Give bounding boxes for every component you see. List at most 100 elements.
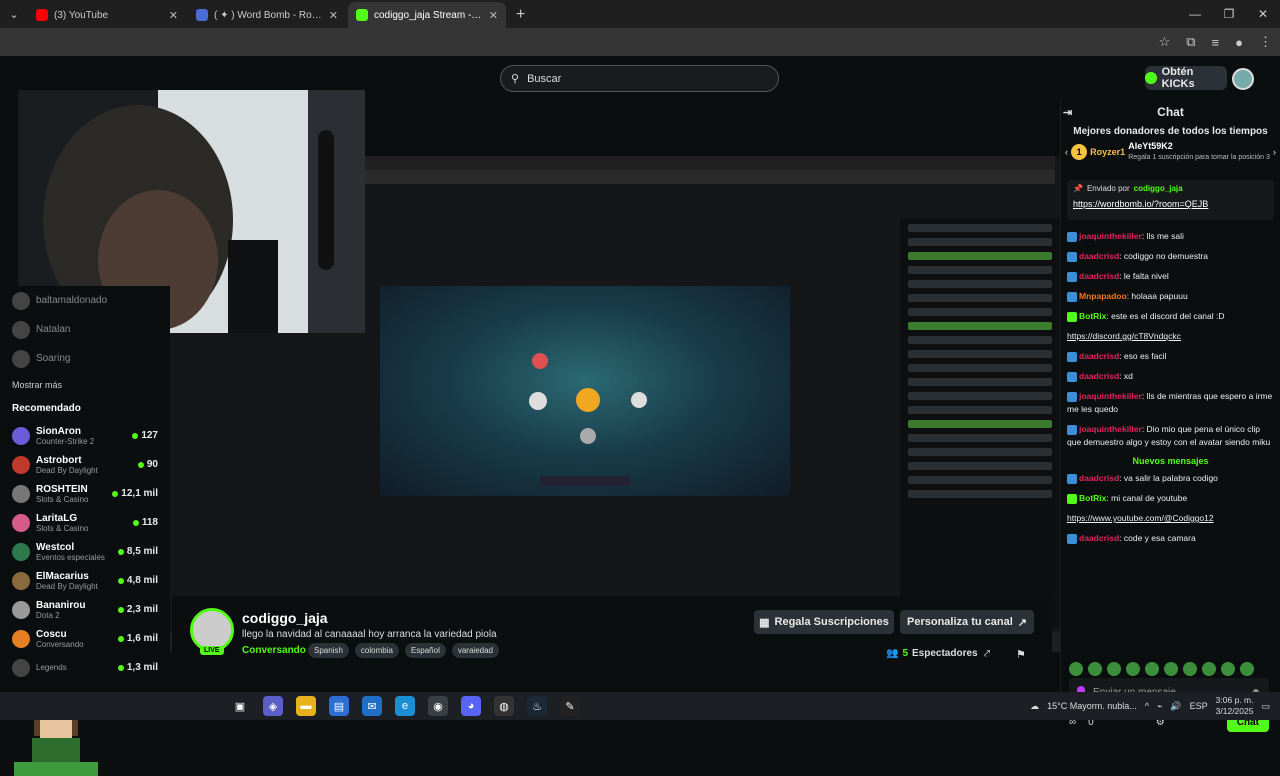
search-input[interactable]: ⚲ Buscar	[500, 65, 779, 92]
chat-link[interactable]: https://discord.gg/cT8Vndqckc	[1067, 331, 1181, 341]
chat-username[interactable]: joaquinthekiller	[1079, 231, 1142, 241]
close-tab-icon[interactable]: ✕	[169, 9, 178, 22]
collapse-chat-icon[interactable]: ⇥	[1063, 106, 1072, 119]
emote-icon[interactable]	[1107, 662, 1121, 676]
emote-icon[interactable]	[1202, 662, 1216, 676]
clock[interactable]: 3:06 p. m. 3/12/2025	[1216, 695, 1254, 717]
chat-username[interactable]: daadcrisd	[1079, 251, 1119, 261]
emote-icon[interactable]	[1145, 662, 1159, 676]
chat-username[interactable]: daadcrisd	[1079, 533, 1119, 543]
chevron-left-icon[interactable]: ‹	[1065, 147, 1068, 157]
show-more-link[interactable]: Mostrar más	[0, 373, 170, 397]
tray-chevron-icon[interactable]: ^	[1145, 701, 1149, 711]
sidebar-item-text: SionAron Counter-Strike 2	[36, 426, 126, 446]
chat-text: : le falta nivel	[1119, 271, 1169, 281]
restore-icon[interactable]: ❐	[1212, 0, 1246, 28]
emote-icon[interactable]	[1088, 662, 1102, 676]
menu-icon[interactable]: ⋮	[1259, 34, 1272, 50]
pinned-link[interactable]: https://wordbomb.io/?room=QEJB	[1073, 199, 1268, 209]
emote-icon[interactable]	[1240, 662, 1254, 676]
live-dot-icon	[112, 490, 119, 497]
sidebar-item-recommended[interactable]: SionAron Counter-Strike 2 127	[0, 421, 170, 450]
channel-name[interactable]: codiggo_jaja	[242, 610, 328, 626]
chat-link[interactable]: https://www.youtube.com/@Codiggo12	[1067, 513, 1214, 523]
get-kicks-button[interactable]: Obtén KICKs	[1145, 66, 1227, 90]
new-tab-button[interactable]: +	[508, 2, 533, 28]
tag[interactable]: colombia	[354, 643, 399, 658]
tab-roblox[interactable]: ( ✦ ) Word Bomb - Roblox ✕	[188, 2, 346, 28]
tab-search-chevron-icon[interactable]: ⌄	[0, 0, 28, 28]
sidebar-item-offline[interactable]: Soaring	[0, 344, 170, 373]
emote-icon[interactable]	[1221, 662, 1235, 676]
sidebar-item-recommended[interactable]: ElMacarius Dead By Daylight 4,8 mil	[0, 566, 170, 595]
chat-username[interactable]: Mnpapadoo	[1079, 291, 1127, 301]
app-icon[interactable]: ✎	[560, 696, 580, 716]
task-view-icon[interactable]: ▣	[230, 696, 250, 716]
notifications-icon[interactable]: ▭	[1261, 701, 1270, 712]
chat-username[interactable]: daadcrisd	[1079, 371, 1119, 381]
share-icon[interactable]: ⤤	[984, 648, 990, 661]
live-dot-icon	[132, 519, 139, 526]
sidebar-item-recommended[interactable]: Bananirou Dota 2 2,3 mil	[0, 595, 170, 624]
address-bar[interactable]: ☆ ⧉ ≡ ● ⋮	[0, 28, 1280, 56]
copilot-icon[interactable]: ◈	[263, 696, 283, 716]
file-explorer-icon[interactable]: ▬	[296, 696, 316, 716]
bookmark-star-icon[interactable]: ☆	[1159, 34, 1171, 50]
store-icon[interactable]: ▤	[329, 696, 349, 716]
chat-username[interactable]: joaquinthekiller	[1079, 424, 1142, 434]
language-indicator[interactable]: ESP	[1190, 701, 1208, 711]
live-badge: LIVE	[200, 646, 224, 655]
chrome-icon[interactable]: ◉	[428, 696, 448, 716]
tab-kick-stream[interactable]: codiggo_jaja Stream - Watch L ✕	[348, 2, 506, 28]
stream-category[interactable]: Conversando	[242, 645, 306, 656]
chat-username[interactable]: BotRix	[1079, 493, 1106, 503]
close-tab-icon[interactable]: ✕	[329, 9, 338, 22]
emote-icon[interactable]	[1069, 662, 1083, 676]
close-window-icon[interactable]: ✕	[1246, 0, 1280, 28]
customize-channel-button[interactable]: Personaliza tu canal ↗	[900, 610, 1034, 634]
sidebar-item-recommended[interactable]: Coscu Conversando 1,6 mil	[0, 624, 170, 653]
steam-icon[interactable]: ♨	[527, 696, 547, 716]
network-icon[interactable]: ⌁	[1157, 701, 1162, 712]
sidebar-item-recommended[interactable]: Legends 1,3 mil	[0, 653, 170, 682]
tag[interactable]: Spanish	[308, 643, 349, 658]
chat-username[interactable]: daadcrisd	[1079, 473, 1119, 483]
profile-icon[interactable]: ●	[1235, 35, 1243, 50]
discord-icon[interactable]: ◕	[461, 696, 481, 716]
close-tab-icon[interactable]: ✕	[489, 9, 498, 22]
media-icon[interactable]: ≡	[1212, 35, 1220, 50]
emote-icon[interactable]	[1164, 662, 1178, 676]
mail-icon[interactable]: ✉	[362, 696, 382, 716]
pinned-user[interactable]: codiggo_jaja	[1134, 184, 1183, 193]
emote-icon[interactable]	[1183, 662, 1197, 676]
sidebar-item-recommended[interactable]: Westcol Eventos especiales 8,5 mil	[0, 537, 170, 566]
extensions-icon[interactable]: ⧉	[1186, 34, 1195, 50]
add-friend-icon[interactable]: ⚑	[1016, 648, 1026, 661]
tag[interactable]: varaiedad	[451, 643, 499, 658]
volume-icon[interactable]: 🔊	[1170, 701, 1181, 712]
tab-youtube[interactable]: (3) YouTube ✕	[28, 2, 186, 28]
sidebar-item-text: Coscu Conversando	[36, 629, 112, 649]
chat-username[interactable]: BotRix	[1079, 311, 1106, 321]
viewer-count: 1,6 mil	[117, 633, 170, 644]
sidebar-item-recommended[interactable]: Astrobort Dead By Daylight 90	[0, 450, 170, 479]
weather-text[interactable]: 15°C Mayorm. nubla...	[1047, 701, 1137, 711]
viewer-number: 4,8 mil	[126, 575, 158, 586]
chat-username[interactable]: daadcrisd	[1079, 271, 1119, 281]
obs-icon[interactable]: ◍	[494, 696, 514, 716]
gift-subs-button[interactable]: ▦ Regala Suscripciones	[754, 610, 894, 634]
sidebar-item-recommended[interactable]: ROSHTEIN Slots & Casino 12,1 mil	[0, 479, 170, 508]
sidebar-item-recommended[interactable]: LaritaLG Slots & Casino 118	[0, 508, 170, 537]
tag[interactable]: Español	[404, 643, 446, 658]
emote-icon[interactable]	[1126, 662, 1140, 676]
sidebar-item-offline[interactable]: Natalan	[0, 315, 170, 344]
minimize-icon[interactable]: —	[1178, 0, 1212, 28]
edge-icon[interactable]: e	[395, 696, 415, 716]
donor-name: AleYt59K2	[1128, 141, 1173, 151]
user-avatar[interactable]	[1232, 68, 1254, 90]
badge-icon	[1067, 311, 1077, 322]
sidebar-item-offline[interactable]: baltamaldonado	[0, 286, 170, 315]
chat-username[interactable]: joaquinthekiller	[1079, 391, 1142, 401]
chat-username[interactable]: daadcrisd	[1079, 351, 1119, 361]
chevron-right-icon[interactable]: ›	[1273, 147, 1276, 157]
